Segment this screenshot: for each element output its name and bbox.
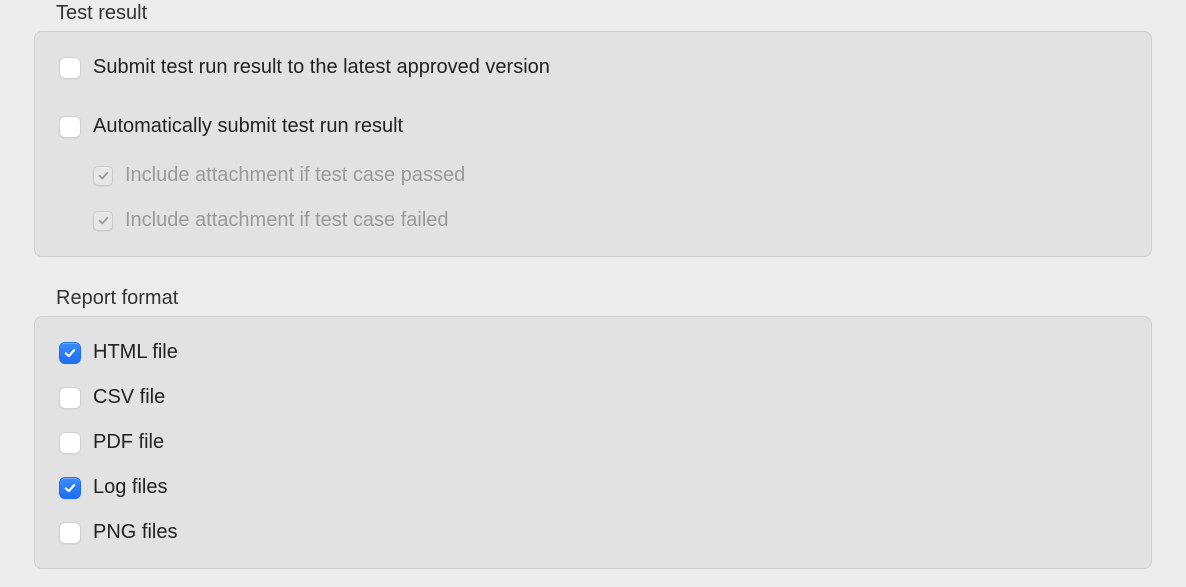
checkbox-log-files[interactable] — [59, 477, 81, 499]
row-png-files: PNG files — [59, 515, 1127, 550]
checkbox-auto-submit[interactable] — [59, 116, 81, 138]
label-auto-submit: Automatically submit test run result — [93, 115, 403, 138]
section-title-test-result: Test result — [56, 0, 1152, 25]
row-include-failed: Include attachment if test case failed — [59, 203, 1127, 238]
checkbox-csv-file[interactable] — [59, 387, 81, 409]
panel-report-format: HTML file CSV file PDF file Log files PN… — [34, 316, 1152, 569]
checkbox-pdf-file[interactable] — [59, 432, 81, 454]
panel-test-result: Submit test run result to the latest app… — [34, 31, 1152, 257]
row-include-passed: Include attachment if test case passed — [59, 158, 1127, 193]
label-include-passed: Include attachment if test case passed — [125, 164, 465, 187]
label-submit-latest: Submit test run result to the latest app… — [93, 56, 550, 79]
checkbox-include-failed — [93, 211, 113, 231]
checkbox-html-file[interactable] — [59, 342, 81, 364]
label-log-files: Log files — [93, 476, 168, 499]
checkbox-png-files[interactable] — [59, 522, 81, 544]
label-html-file: HTML file — [93, 341, 178, 364]
label-pdf-file: PDF file — [93, 431, 164, 454]
section-title-report-format: Report format — [56, 257, 1152, 310]
row-html-file: HTML file — [59, 335, 1127, 370]
label-csv-file: CSV file — [93, 386, 165, 409]
label-include-failed: Include attachment if test case failed — [125, 209, 449, 232]
row-csv-file: CSV file — [59, 380, 1127, 415]
checkbox-include-passed — [93, 166, 113, 186]
label-png-files: PNG files — [93, 521, 177, 544]
row-submit-latest: Submit test run result to the latest app… — [59, 50, 1127, 85]
row-auto-submit: Automatically submit test run result — [59, 109, 1127, 144]
checkbox-submit-latest[interactable] — [59, 57, 81, 79]
row-log-files: Log files — [59, 470, 1127, 505]
row-pdf-file: PDF file — [59, 425, 1127, 460]
